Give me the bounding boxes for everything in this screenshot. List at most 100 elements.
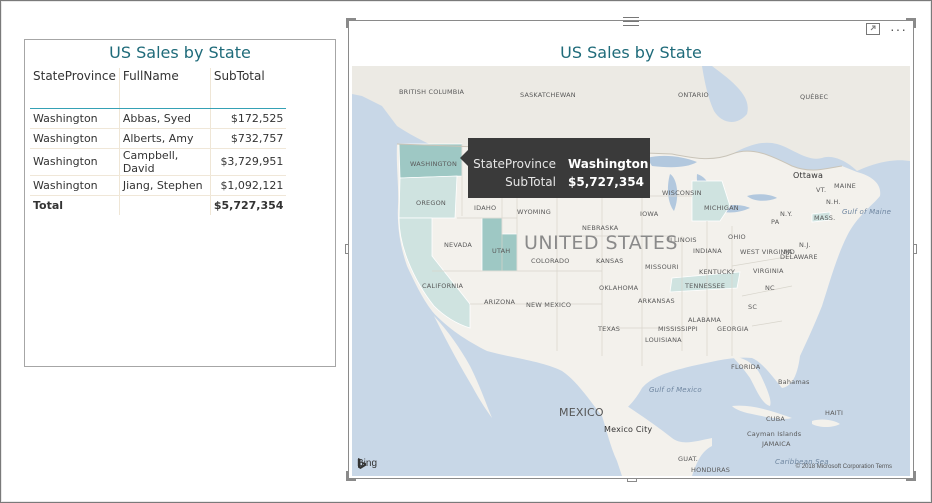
label-ottawa: Ottawa (793, 171, 824, 180)
cell-state: Washington (30, 148, 120, 176)
label-quebec: QUÉBEC (800, 93, 829, 101)
label-mexico: MEXICO (559, 406, 604, 419)
label-arizona: ARIZONA (484, 298, 516, 306)
tooltip-value-stateprovince: Washington (568, 157, 649, 171)
label-nh: N.H. (826, 198, 841, 206)
label-maine: MAINE (834, 182, 856, 190)
label-british-columbia: BRITISH COLUMBIA (399, 88, 465, 96)
tooltip-value-subtotal: $5,727,354 (568, 175, 644, 189)
table-row[interactable]: Washington Abbas, Syed $172,525 (30, 108, 287, 129)
label-alabama: ALABAMA (688, 316, 722, 324)
label-iowa: IOWA (640, 210, 659, 218)
label-california: CALIFORNIA (422, 282, 464, 290)
label-gulf-of-mexico: Gulf of Mexico (649, 386, 702, 394)
table-total-row: Total $5,727,354 (30, 194, 287, 215)
map-copyright[interactable]: © 2018 Microsoft Corporation Terms (796, 464, 892, 470)
map-visual[interactable]: ··· US Sales by State BRITISH COLUMBIA S… (345, 17, 917, 482)
resize-corner-top-left[interactable] (346, 18, 356, 28)
label-nevada: NEVADA (444, 241, 472, 249)
oregon-shape (398, 175, 458, 219)
label-nc: NC (765, 284, 775, 292)
total-empty (119, 194, 211, 215)
resize-handle-right[interactable] (913, 244, 917, 254)
michigan-shape (691, 180, 731, 222)
label-michigan: MICHIGAN (704, 204, 739, 212)
cell-name: Jiang, Stephen (119, 175, 211, 196)
resize-handle-left[interactable] (345, 244, 349, 254)
table-row[interactable]: Washington Campbell, David $3,729,951 (30, 148, 287, 176)
label-vt: VT. (816, 186, 827, 194)
table-visual[interactable]: US Sales by State StateProvince FullName… (24, 39, 336, 367)
label-jamaica: JAMAICA (762, 440, 791, 448)
label-wyoming: WYOMING (517, 208, 551, 216)
label-kansas: KANSAS (596, 257, 624, 265)
label-louisiana: LOUISIANA (645, 336, 682, 344)
label-sc: SC (748, 303, 758, 311)
resize-corner-top-right[interactable] (906, 18, 916, 28)
label-oklahoma: OKLAHOMA (599, 284, 639, 292)
label-oregon: OREGON (416, 199, 446, 207)
label-washington: WASHINGTON (410, 160, 458, 168)
cell-subtotal: $732,757 (210, 128, 287, 149)
label-cuba: CUBA (766, 415, 786, 423)
cell-state: Washington (30, 128, 120, 149)
bing-logo[interactable]: Bing (357, 458, 377, 469)
label-virginia: VIRGINIA (753, 267, 784, 275)
map-canvas[interactable]: BRITISH COLUMBIA SASKATCHEWAN ONTARIO QU… (352, 66, 910, 476)
label-wisconsin: WISCONSIN (662, 189, 702, 197)
label-united-states: UNITED STATES (524, 232, 678, 254)
label-ohio: OHIO (728, 233, 746, 241)
label-nebraska: NEBRASKA (582, 224, 619, 232)
label-georgia: GEORGIA (717, 325, 749, 333)
label-honduras: HONDURAS (691, 466, 731, 474)
total-label: Total (30, 194, 120, 215)
label-mexico-city: Mexico City (604, 425, 653, 434)
bing-icon (358, 458, 366, 469)
label-missouri: MISSOURI (645, 263, 679, 271)
column-header-stateprovince[interactable]: StateProvince (30, 68, 120, 109)
cell-state: Washington (30, 108, 120, 129)
hispaniola-land (812, 419, 840, 427)
table-row[interactable]: Washington Jiang, Stephen $1,092,121 (30, 175, 287, 196)
label-haiti: HAITI (825, 409, 844, 417)
label-texas: TEXAS (598, 325, 621, 333)
label-cayman: Cayman Islands (747, 430, 802, 438)
cell-name: Abbas, Syed (119, 108, 211, 129)
cell-name: Campbell, David (119, 148, 211, 176)
cell-name: Alberts, Amy (119, 128, 211, 149)
label-delaware: DELAWARE (780, 253, 818, 261)
label-tennessee: TENNESSEE (685, 282, 726, 290)
cell-subtotal: $172,525 (210, 108, 287, 129)
label-bahamas: Bahamas (778, 378, 810, 386)
cell-subtotal: $3,729,951 (210, 148, 287, 176)
label-nj: N.J. (799, 241, 811, 249)
more-options-icon[interactable]: ··· (890, 22, 907, 36)
total-subtotal: $5,727,354 (210, 194, 287, 215)
label-indiana: INDIANA (693, 247, 722, 255)
tooltip-key-subtotal: SubTotal (505, 175, 556, 189)
tooltip-key-stateprovince: StateProvince (473, 157, 556, 171)
cell-subtotal: $1,092,121 (210, 175, 287, 196)
label-idaho: IDAHO (474, 204, 497, 212)
label-kentucky: KENTUCKY (699, 268, 736, 276)
label-new-mexico: NEW MEXICO (526, 301, 572, 309)
label-mass: MASS. (814, 214, 836, 222)
label-saskatchewan: SASKATCHEWAN (520, 91, 576, 99)
table-row[interactable]: Washington Alberts, Amy $732,757 (30, 128, 287, 149)
label-colorado: COLORADO (531, 257, 570, 265)
tooltip-row-subtotal: SubTotal $5,727,354 (468, 175, 650, 193)
focus-mode-icon[interactable] (866, 23, 880, 35)
drag-grip-icon[interactable] (623, 17, 639, 26)
resize-handle-bottom[interactable] (627, 478, 637, 482)
label-guatemala: GUAT. (678, 455, 699, 463)
column-header-fullname[interactable]: FullName (119, 68, 211, 109)
column-header-subtotal[interactable]: SubTotal (210, 68, 287, 109)
cell-state: Washington (30, 175, 120, 196)
label-florida: FLORIDA (731, 363, 761, 371)
visual-header: ··· (866, 22, 907, 36)
table-header-row: StateProvince FullName SubTotal (30, 68, 287, 109)
label-pa: PA (771, 218, 780, 226)
label-mississippi: MISSISSIPPI (658, 325, 698, 333)
sales-table: StateProvince FullName SubTotal Washingt… (30, 68, 287, 215)
label-ontario: ONTARIO (678, 91, 709, 99)
